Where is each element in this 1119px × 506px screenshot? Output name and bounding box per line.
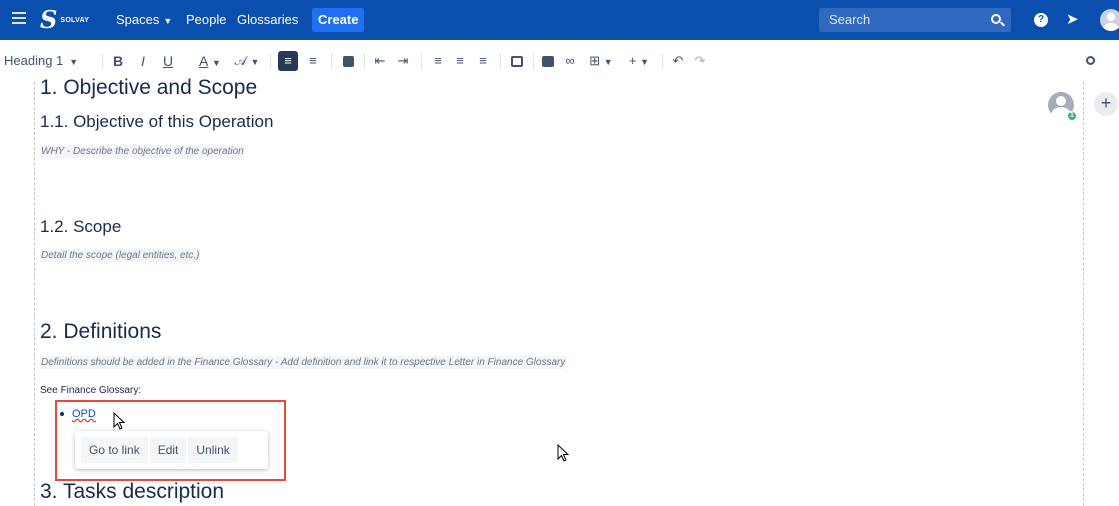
insert-more-button[interactable]: + ▼ <box>624 51 654 71</box>
heading-objective-scope[interactable]: 1. Objective and Scope <box>40 76 257 100</box>
heading-tasks-description[interactable]: 3. Tasks description <box>40 480 224 504</box>
image-icon <box>542 56 554 68</box>
logo-wordmark: SOLVAY <box>60 16 90 24</box>
toolbar-divider <box>533 53 534 69</box>
toolbar-divider <box>364 53 365 69</box>
link-icon: ∞ <box>565 53 575 68</box>
text-color-icon: A <box>199 53 209 69</box>
nav-spaces[interactable]: Spaces ▼ <box>116 0 172 40</box>
text-color-button[interactable]: A ▼ <box>195 51 225 71</box>
insert-image-button[interactable] <box>540 51 556 71</box>
search-icon <box>1086 56 1095 65</box>
top-navigation: S SOLVAY Spaces ▼ People Glossaries Creat… <box>0 0 1119 40</box>
align-center-icon: ≡ <box>456 53 464 68</box>
align-left-icon: ≡ <box>434 53 442 68</box>
chevron-down-icon: ▼ <box>163 16 173 26</box>
chevron-down-icon: ▼ <box>69 57 79 67</box>
underline-button[interactable]: U <box>160 51 176 71</box>
page-margin-left <box>34 82 35 506</box>
annotation-highlight-box <box>55 400 286 481</box>
toolbar-divider <box>102 53 103 69</box>
placeholder-definitions[interactable]: Definitions should be added in the Finan… <box>40 356 567 369</box>
align-center-button[interactable]: ≡ <box>452 51 468 71</box>
bullet-list-button[interactable]: ≡ <box>278 51 298 71</box>
heading-scope[interactable]: 1.2. Scope <box>40 217 121 237</box>
numbered-list-icon: ≡ <box>309 53 317 68</box>
placeholder-objective[interactable]: WHY - Describe the objective of the oper… <box>40 145 245 158</box>
align-right-icon: ≡ <box>479 53 487 68</box>
notifications-icon[interactable]: ➤ <box>1066 11 1079 29</box>
table-icon: ⊞ <box>589 53 601 68</box>
clear-formatting-button[interactable]: 𝒜 ▼ <box>232 51 262 71</box>
insert-table-button[interactable]: ⊞ ▼ <box>586 51 616 71</box>
help-icon[interactable]: ? <box>1034 13 1048 27</box>
toolbar-divider <box>331 53 332 69</box>
mouse-pointer-icon <box>113 412 126 430</box>
search-placeholder: Search <box>829 12 871 27</box>
indent-button[interactable]: ⇥ <box>395 51 411 71</box>
search-icon[interactable] <box>991 14 1001 24</box>
insert-link-button[interactable]: ∞ <box>562 51 578 71</box>
page-layout-button[interactable] <box>509 51 525 71</box>
toolbar-divider <box>421 53 422 69</box>
bullet-list-icon: ≡ <box>284 53 292 68</box>
bold-button[interactable]: B <box>110 51 126 71</box>
mouse-pointer-icon <box>557 444 570 462</box>
create-button[interactable]: Create <box>312 8 365 32</box>
page-margin-right <box>1083 82 1084 506</box>
toolbar-divider <box>662 53 663 69</box>
italic-button[interactable]: I <box>135 51 151 71</box>
toolbar-divider <box>500 53 501 69</box>
redo-icon: ↷ <box>694 53 706 68</box>
undo-button[interactable]: ↶ <box>670 51 686 71</box>
invite-collaborator-button[interactable]: + <box>1094 92 1118 116</box>
layout-icon <box>511 56 523 68</box>
heading-objective-operation[interactable]: 1.1. Objective of this Operation <box>40 112 273 132</box>
redo-button[interactable]: ↷ <box>692 51 708 71</box>
menu-icon[interactable] <box>12 12 26 28</box>
underline-icon: U <box>162 53 174 69</box>
text-style-value: Heading 1 <box>4 53 64 68</box>
bold-icon: B <box>112 53 124 69</box>
find-replace-button[interactable] <box>1086 51 1095 71</box>
placeholder-scope[interactable]: Detail the scope (legal entities, etc.) <box>40 249 201 262</box>
search-input[interactable]: Search <box>819 8 1011 32</box>
text-style-dropdown[interactable]: Heading 1 ▼ <box>4 51 78 71</box>
task-list-button[interactable] <box>340 51 356 71</box>
collaborator-count-badge: 1 <box>1067 111 1077 121</box>
nav-glossaries[interactable]: Glossaries <box>237 0 298 40</box>
numbered-list-button[interactable]: ≡ <box>305 51 321 71</box>
align-left-button[interactable]: ≡ <box>430 51 446 71</box>
see-glossary-text[interactable]: See Finance Glossary: <box>40 385 141 396</box>
user-avatar[interactable] <box>1100 9 1119 31</box>
indent-icon: ⇥ <box>397 53 409 68</box>
solvay-logo[interactable]: S SOLVAY <box>40 8 89 32</box>
heading-definitions[interactable]: 2. Definitions <box>40 320 161 344</box>
align-right-button[interactable]: ≡ <box>475 51 491 71</box>
nav-spaces-label: Spaces <box>116 12 160 27</box>
undo-icon: ↶ <box>672 53 684 68</box>
toolbar-divider <box>270 53 271 69</box>
nav-people[interactable]: People <box>186 0 226 40</box>
outdent-icon: ⇤ <box>374 53 386 68</box>
logo-mark: S <box>40 5 58 34</box>
italic-icon: I <box>141 53 145 69</box>
outdent-button[interactable]: ⇤ <box>372 51 388 71</box>
clear-formatting-icon: 𝒜 <box>234 53 247 68</box>
checkbox-icon <box>342 56 354 68</box>
plus-icon: + <box>628 53 637 68</box>
